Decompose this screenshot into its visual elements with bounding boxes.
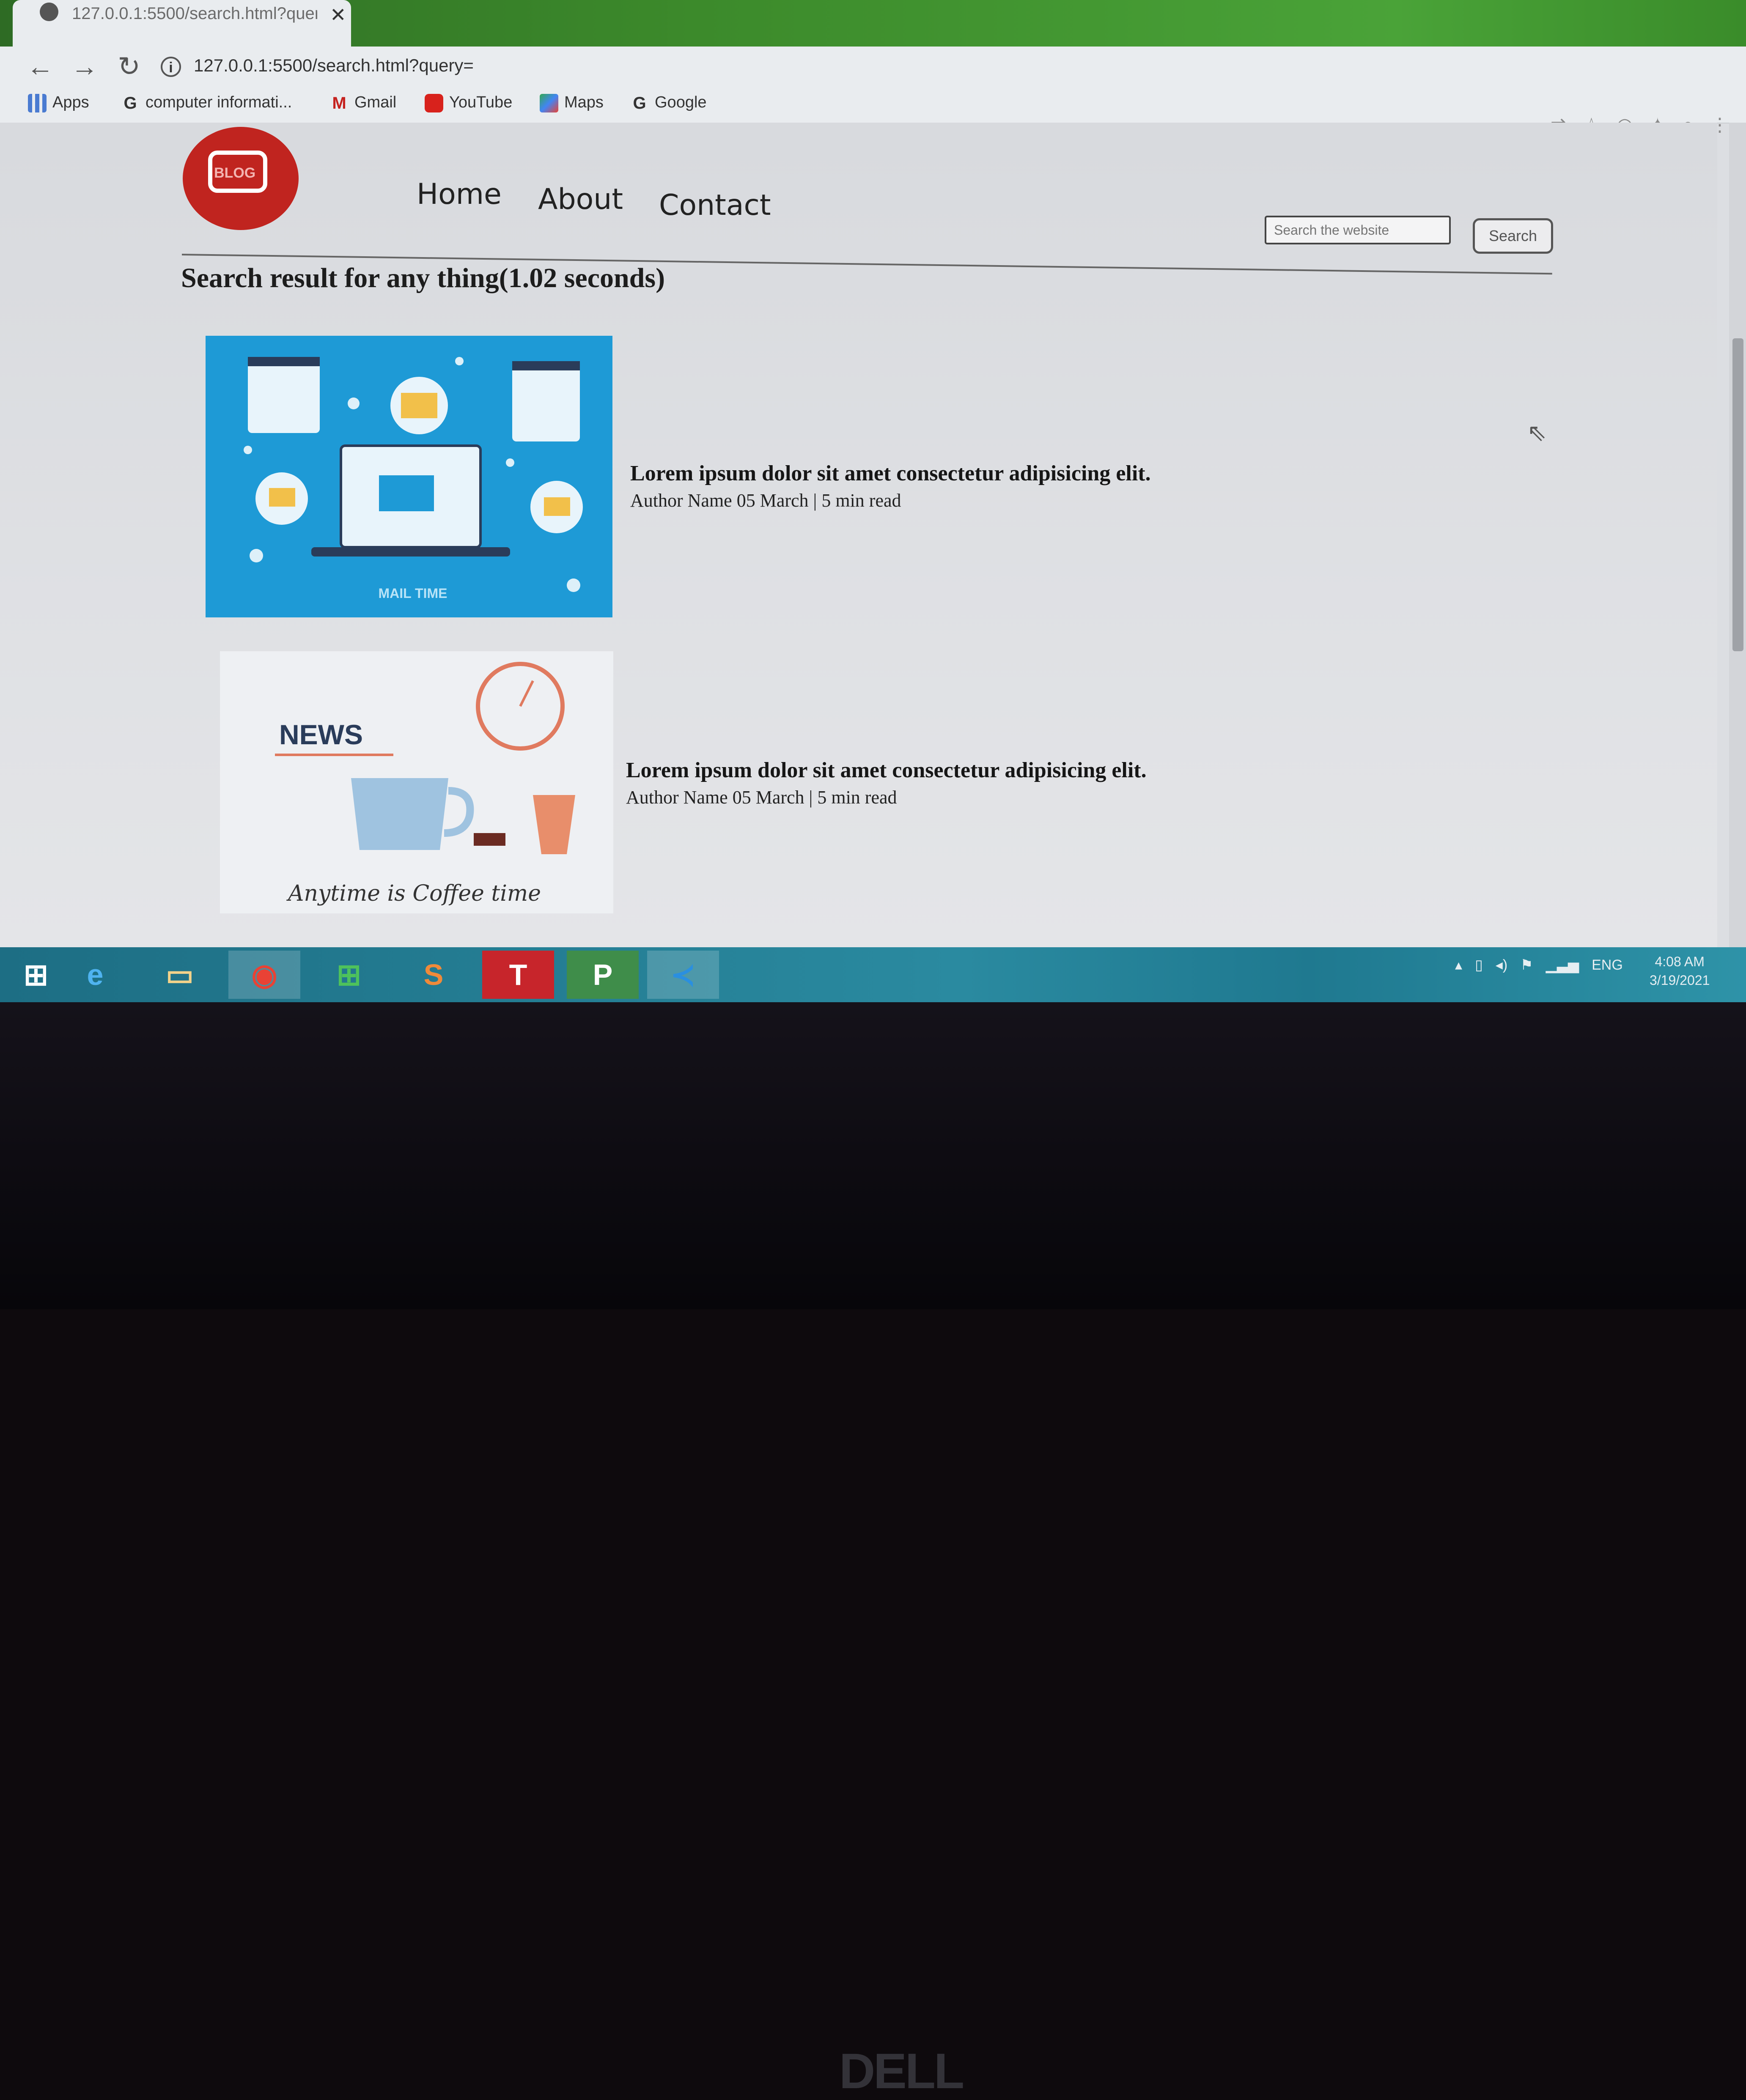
address-bar[interactable]: i 127.0.0.1:5500/search.html?query= <box>161 51 1599 80</box>
bookmark-maps[interactable]: Maps <box>540 90 604 115</box>
tab-close-icon[interactable]: ✕ <box>330 3 346 26</box>
bookmark-label: YouTube <box>449 93 513 111</box>
result-thumbnail-mail[interactable]: MAIL TIME <box>206 336 612 617</box>
bookmark-google[interactable]: G Google <box>630 90 707 115</box>
thumbnail-caption: Anytime is Coffee time <box>286 881 541 906</box>
bookmark-youtube[interactable]: YouTube <box>425 90 512 115</box>
search-input[interactable] <box>1265 216 1451 244</box>
tray-arrow-icon[interactable]: ▴ <box>1455 957 1462 973</box>
result-title[interactable]: Lorem ipsum dolor sit amet consectetur a… <box>626 758 1147 783</box>
taskbar-clock[interactable]: 4:08 AM 3/19/2021 <box>1650 952 1710 990</box>
project-icon[interactable]: P <box>567 951 639 999</box>
tab-favicon-icon <box>40 3 58 21</box>
youtube-icon <box>425 93 443 112</box>
taskbar: ⊞ e ▭ ◉ ⊞ S T P ≺ <box>0 947 1746 1002</box>
nav-contact[interactable]: Contact <box>659 189 771 222</box>
thumbnail-heading: NEWS <box>279 719 363 750</box>
browser-tab[interactable]: 127.0.0.1:5500/search.html?quer ✕ <box>13 0 351 47</box>
search-button[interactable]: Search <box>1473 218 1553 254</box>
language-indicator[interactable]: ENG <box>1592 957 1623 973</box>
coffee-news-illustration: NEWS Anytime is Coffee time <box>275 662 575 906</box>
thumbnail-caption: MAIL TIME <box>379 586 447 601</box>
sway-icon[interactable]: S <box>398 951 469 999</box>
maps-icon <box>540 93 558 112</box>
bookmark-label: Google <box>655 93 707 111</box>
bookmark-label: Maps <box>564 93 604 111</box>
gmail-icon: M <box>332 93 346 112</box>
reload-button[interactable]: ↻ <box>114 51 144 82</box>
result-meta: Author Name 05 March | 5 min read <box>626 787 897 808</box>
brand-logo: DELL <box>839 2043 964 2099</box>
bookmark-label: computer informati... <box>146 93 292 111</box>
back-button[interactable]: ← <box>25 51 55 82</box>
store-icon[interactable]: ⊞ <box>313 951 385 999</box>
nav-about[interactable]: About <box>538 183 623 216</box>
monitor-bezel: DELL <box>0 1002 1746 2099</box>
monitor-screen: 127.0.0.1:5500/search.html?quer ✕ ← → ↻ … <box>0 0 1746 1002</box>
tab-title: 127.0.0.1:5500/search.html?quer <box>72 4 317 23</box>
forward-button[interactable]: → <box>70 51 99 82</box>
bookmark-apps[interactable]: Apps <box>28 90 89 115</box>
url-text: 127.0.0.1:5500/search.html?query= <box>194 55 474 75</box>
logo-text: BLOG <box>214 165 256 181</box>
teams-icon[interactable]: T <box>482 951 554 999</box>
result-title[interactable]: Lorem ipsum dolor sit amet consectetur a… <box>630 461 1151 486</box>
scrollbar-thumb[interactable] <box>1732 338 1743 651</box>
volume-icon[interactable]: ◂) <box>1496 957 1507 973</box>
bookmark-label: Apps <box>52 93 89 111</box>
bookmark-computer-information[interactable]: Gcomputer informati... <box>121 90 292 115</box>
scrollbar[interactable] <box>1729 123 1746 947</box>
bookmark-label: Gmail <box>354 93 397 111</box>
result-meta: Author Name 05 March | 5 min read <box>630 490 901 511</box>
flag-icon[interactable]: ⚑ <box>1520 957 1533 973</box>
blog-logo[interactable]: BLOG <box>183 127 299 230</box>
system-tray: ▴ ▯ ◂) ⚑ ▁▃▅ ENG <box>1455 957 1636 973</box>
mail-illustration: MAIL TIME <box>244 357 583 601</box>
search-result-heading: Search result for any thing(1.02 seconds… <box>181 263 665 293</box>
vscode-icon[interactable]: ≺ <box>647 951 719 999</box>
bookmark-gmail[interactable]: M Gmail <box>330 90 396 115</box>
battery-icon[interactable]: ▯ <box>1475 957 1483 973</box>
google-g-icon: G <box>124 93 137 112</box>
site-info-icon[interactable]: i <box>161 56 181 77</box>
nav-home[interactable]: Home <box>417 178 502 211</box>
internet-explorer-icon[interactable]: e <box>59 951 131 999</box>
clock-time: 4:08 AM <box>1655 954 1705 969</box>
result-thumbnail-news[interactable]: NEWS Anytime is Coffee time <box>220 651 613 913</box>
bookmarks-bar: Apps Gcomputer informati... M Gmail YouTu… <box>0 85 1746 123</box>
clock-date: 3/19/2021 <box>1650 973 1710 988</box>
mouse-cursor-icon: ⇖ <box>1527 419 1547 446</box>
signal-icon[interactable]: ▁▃▅ <box>1546 957 1579 973</box>
apps-grid-icon <box>28 93 47 112</box>
google-g-icon: G <box>633 93 646 112</box>
file-explorer-icon[interactable]: ▭ <box>144 951 216 999</box>
tab-strip: 127.0.0.1:5500/search.html?quer ✕ <box>0 0 1746 47</box>
chrome-icon[interactable]: ◉ <box>228 951 300 999</box>
